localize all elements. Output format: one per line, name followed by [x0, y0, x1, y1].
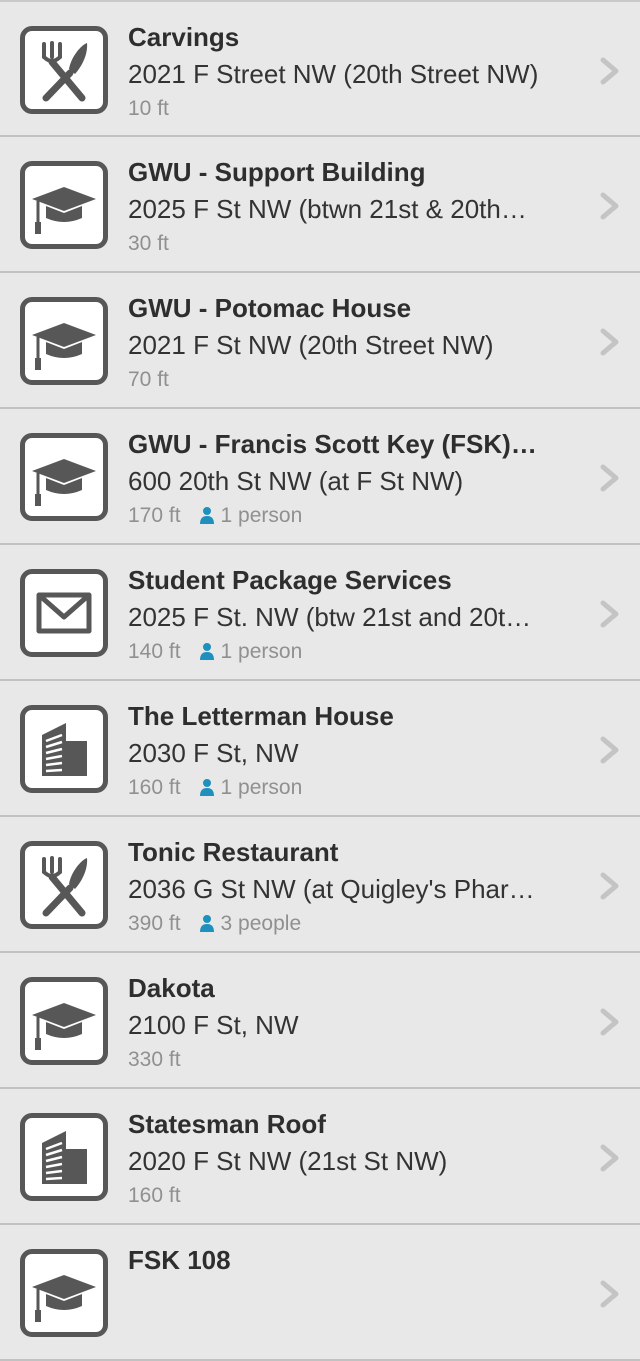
venue-name: Dakota — [128, 973, 215, 1003]
people-count: 1 person — [199, 776, 303, 800]
venue-name: FSK 108 — [128, 1245, 231, 1275]
people-count: 3 people — [199, 912, 302, 936]
venue-name: Carvings — [128, 22, 240, 52]
venue-distance: 10 ft — [128, 97, 169, 120]
graduation-cap-icon — [20, 297, 108, 385]
venue-distance: 30 ft — [128, 232, 169, 255]
venue-name: GWU - Support Building — [128, 157, 426, 187]
chevron-right-icon — [600, 57, 619, 85]
chevron-right-icon — [600, 192, 619, 220]
person-icon — [199, 507, 214, 524]
venue-address: 2020 F St NW (21st St NW) — [128, 1146, 448, 1176]
venue-meta: 30 ft — [128, 232, 169, 256]
venue-distance: 330 ft — [128, 1048, 181, 1071]
chevron-right-icon — [600, 736, 619, 764]
venue-meta: 170 ft 1 person — [128, 504, 302, 528]
people-count: 1 person — [199, 504, 303, 528]
venue-name: GWU - Francis Scott Key (FSK)… — [128, 429, 537, 459]
venue-name: Student Package Services — [128, 565, 452, 595]
venue-meta: 70 ft — [128, 368, 169, 392]
venue-meta: 330 ft — [128, 1048, 181, 1072]
list-item[interactable]: GWU - Francis Scott Key (FSK)… 600 20th S… — [0, 409, 640, 545]
venue-list: Carvings 2021 F Street NW (20th Street NW… — [0, 0, 640, 1361]
list-item[interactable]: Student Package Services 2025 F St. NW (b… — [0, 545, 640, 681]
list-item[interactable]: GWU - Support Building 2025 F St NW (btwn… — [0, 137, 640, 273]
chevron-right-icon — [600, 1008, 619, 1036]
list-item[interactable]: GWU - Potomac House 2021 F St NW (20th St… — [0, 273, 640, 409]
venue-address: 600 20th St NW (at F St NW) — [128, 466, 464, 496]
venue-name: Statesman Roof — [128, 1109, 326, 1139]
venue-distance: 160 ft — [128, 1184, 181, 1207]
venue-meta: 390 ft 3 people — [128, 912, 301, 936]
people-count-label: 1 person — [220, 776, 303, 799]
person-icon — [199, 915, 214, 932]
person-icon — [199, 643, 214, 660]
venue-address: 2025 F St NW (btwn 21st & 20th… — [128, 194, 527, 224]
graduation-cap-icon — [20, 433, 108, 521]
people-count-label: 1 person — [220, 504, 303, 527]
chevron-right-icon — [600, 1280, 619, 1308]
venue-meta: 140 ft 1 person — [128, 640, 302, 664]
venue-distance: 160 ft — [128, 776, 181, 799]
graduation-cap-icon — [20, 977, 108, 1065]
list-item[interactable]: Tonic Restaurant 2036 G St NW (at Quigley… — [0, 817, 640, 953]
venue-meta: 160 ft — [128, 1184, 181, 1208]
building-icon — [20, 705, 108, 793]
people-count-label: 3 people — [220, 912, 302, 935]
venue-distance: 70 ft — [128, 368, 169, 391]
graduation-cap-icon — [20, 1249, 108, 1337]
venue-address: 2021 F St NW (20th Street NW) — [128, 330, 494, 360]
fork-knife-icon — [20, 26, 108, 114]
fork-knife-icon — [20, 841, 108, 929]
chevron-right-icon — [600, 1144, 619, 1172]
venue-name: The Letterman House — [128, 701, 394, 731]
chevron-right-icon — [600, 464, 619, 492]
chevron-right-icon — [600, 872, 619, 900]
venue-address: 2021 F Street NW (20th Street NW) — [128, 59, 539, 89]
venue-name: GWU - Potomac House — [128, 293, 412, 323]
people-count-label: 1 person — [220, 640, 303, 663]
building-icon — [20, 1113, 108, 1201]
venue-distance: 140 ft — [128, 640, 181, 663]
envelope-icon — [20, 569, 108, 657]
graduation-cap-icon — [20, 161, 108, 249]
venue-name: Tonic Restaurant — [128, 837, 339, 867]
list-item[interactable]: Carvings 2021 F Street NW (20th Street NW… — [0, 0, 640, 137]
chevron-right-icon — [600, 328, 619, 356]
venue-address: 2025 F St. NW (btw 21st and 20t… — [128, 602, 532, 632]
list-item[interactable]: FSK 108 — [0, 1225, 640, 1361]
person-icon — [199, 779, 214, 796]
venue-address: 2100 F St, NW — [128, 1010, 299, 1040]
chevron-right-icon — [600, 600, 619, 628]
list-item[interactable]: Statesman Roof 2020 F St NW (21st St NW) 1… — [0, 1089, 640, 1225]
venue-meta: 160 ft 1 person — [128, 776, 302, 800]
venue-distance: 390 ft — [128, 912, 181, 935]
list-item[interactable]: Dakota 2100 F St, NW 330 ft — [0, 953, 640, 1089]
people-count: 1 person — [199, 640, 303, 664]
venue-meta: 10 ft — [128, 97, 169, 121]
venue-address: 2036 G St NW (at Quigley's Phar… — [128, 874, 535, 904]
venue-distance: 170 ft — [128, 504, 181, 527]
venue-address: 2030 F St, NW — [128, 738, 299, 768]
list-item[interactable]: The Letterman House 2030 F St, NW 160 ft 1 … — [0, 681, 640, 817]
